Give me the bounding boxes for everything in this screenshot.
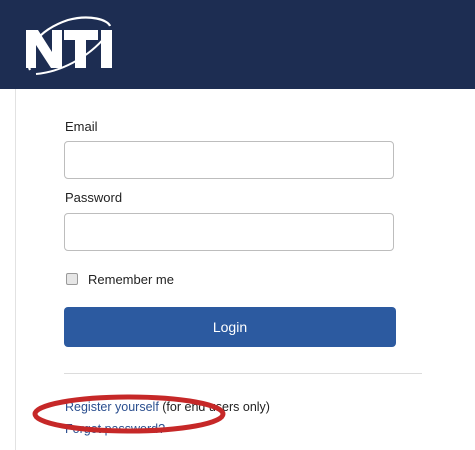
card-border	[15, 89, 16, 450]
register-line: Register yourself (for end users only)	[65, 400, 270, 414]
password-label: Password	[65, 190, 123, 205]
email-input[interactable]	[64, 141, 394, 179]
nti-logo-icon	[26, 16, 112, 75]
register-link[interactable]: Register yourself	[65, 400, 159, 414]
login-button[interactable]: Login	[64, 307, 396, 347]
remember-me-checkbox[interactable]	[66, 273, 78, 285]
register-note: (for end users only)	[158, 400, 270, 414]
remember-me-row[interactable]: Remember me	[66, 271, 174, 287]
password-input[interactable]	[64, 213, 394, 251]
remember-me-label: Remember me	[88, 271, 174, 287]
header-bar	[0, 0, 475, 89]
divider	[64, 373, 422, 374]
forgot-password-link[interactable]: Forgot password?	[65, 422, 165, 436]
email-label: Email	[65, 119, 98, 134]
